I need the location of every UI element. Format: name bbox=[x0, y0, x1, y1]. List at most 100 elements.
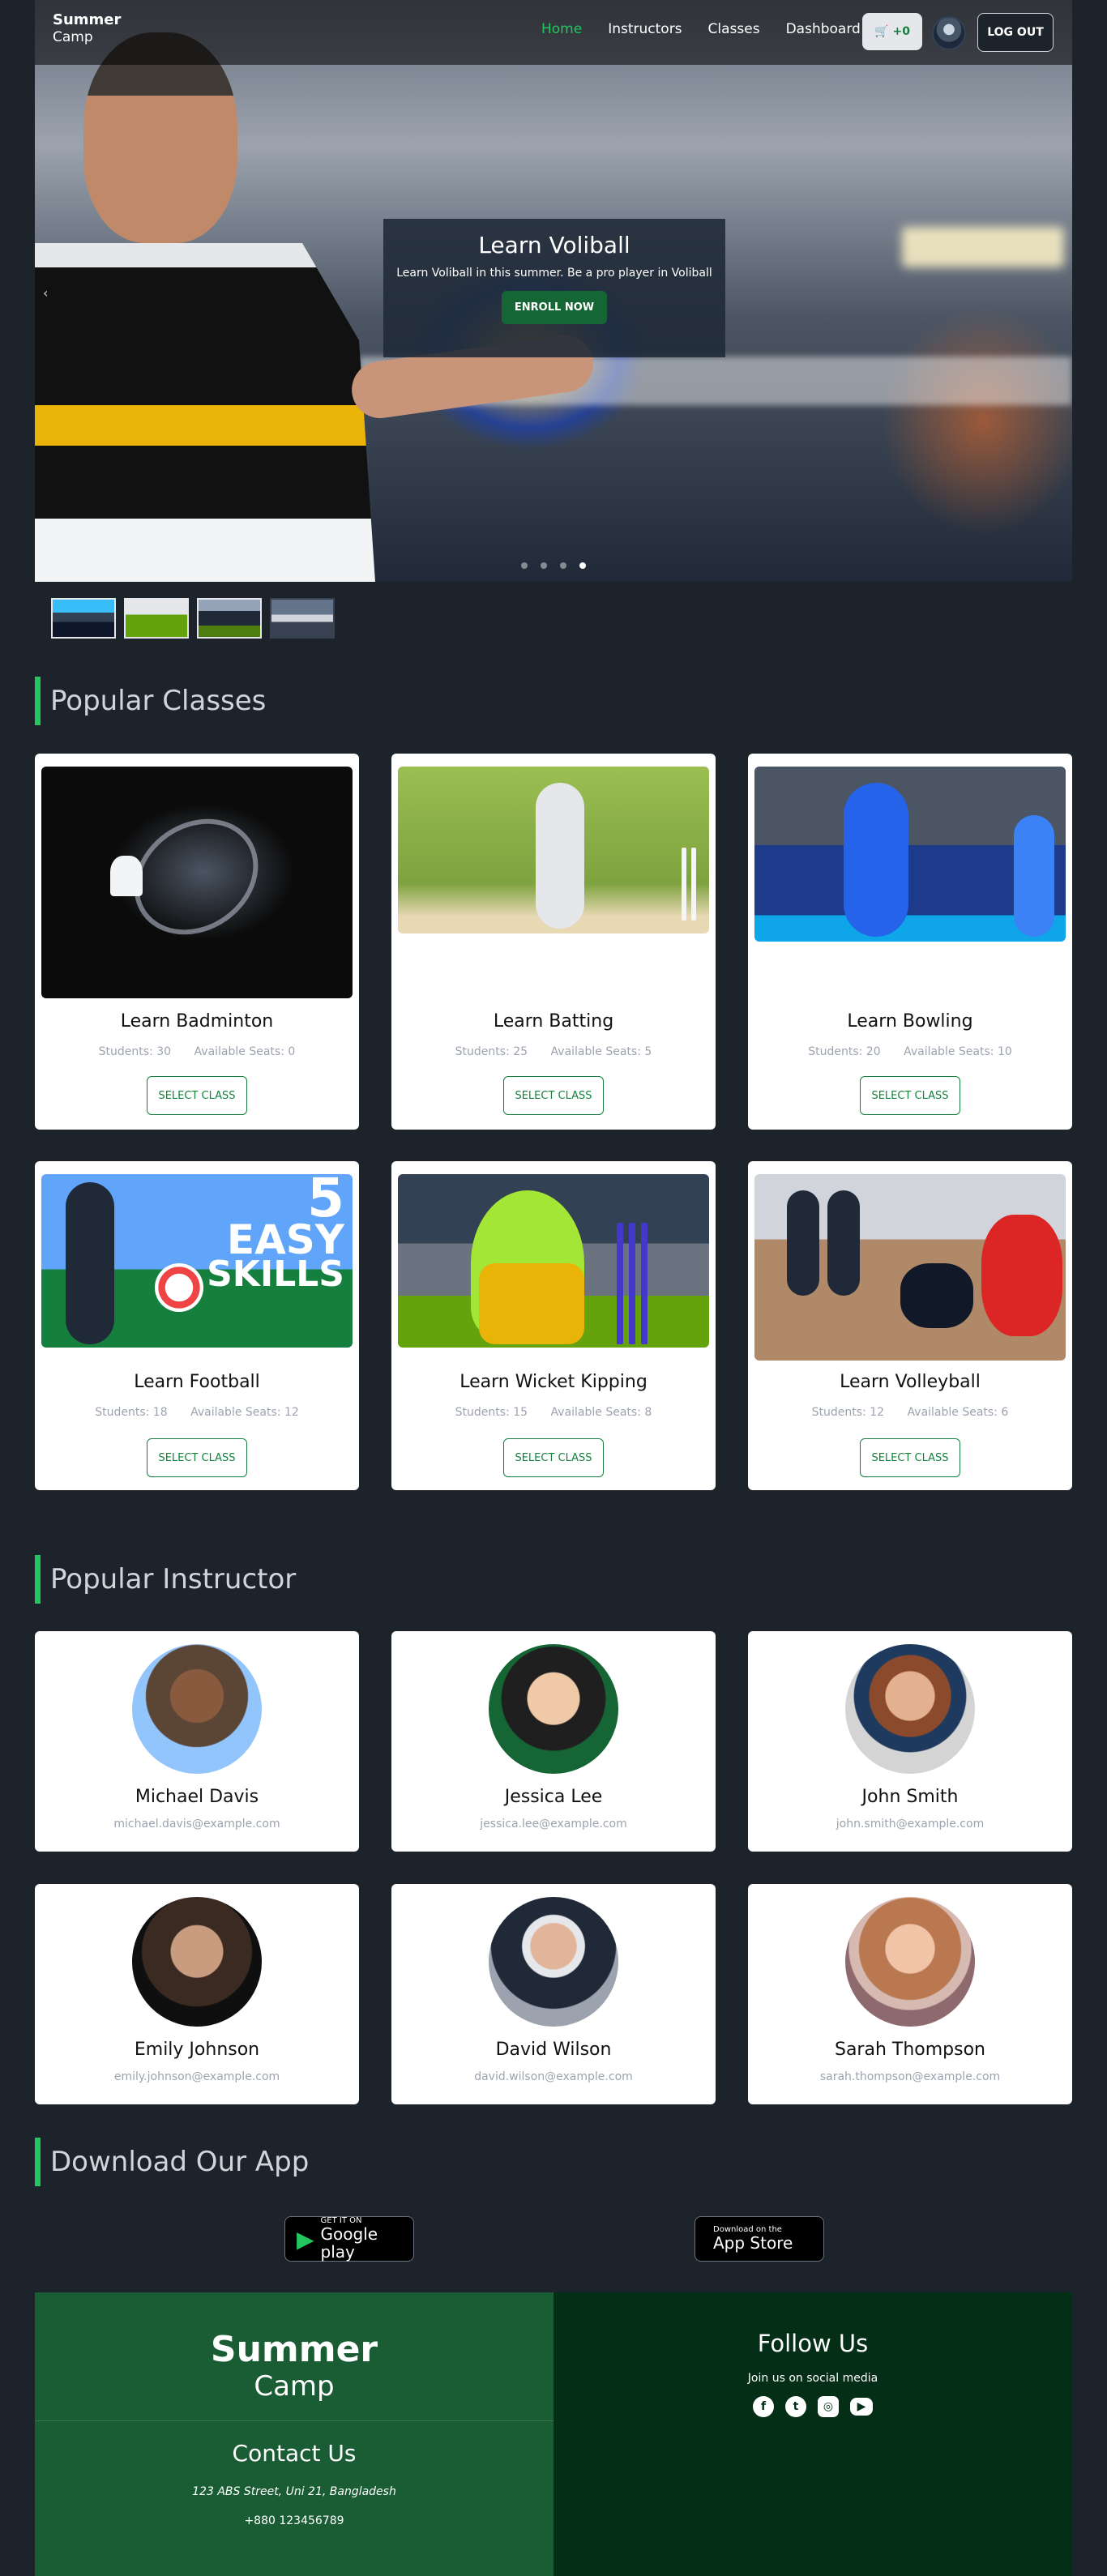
instructor-card: Sarah Thompson sarah.thompson@example.co… bbox=[748, 1884, 1072, 2104]
nav-instructors[interactable]: Instructors bbox=[608, 21, 682, 37]
nav-classes[interactable]: Classes bbox=[708, 21, 760, 37]
brand-logo[interactable]: Summer Camp bbox=[53, 11, 121, 45]
students-count: Students: 25 bbox=[455, 1045, 528, 1058]
app-store-button[interactable]: Download on the App Store bbox=[695, 2216, 824, 2262]
seats-count: Available Seats: 5 bbox=[551, 1045, 652, 1058]
follow-title: Follow Us bbox=[757, 2330, 869, 2357]
carousel-thumbnails bbox=[51, 598, 335, 639]
seats-value: 0 bbox=[288, 1045, 296, 1058]
students-label: Students: bbox=[98, 1045, 153, 1058]
contact-title: Contact Us bbox=[232, 2440, 357, 2467]
google-play-big: Google play bbox=[320, 2224, 378, 2262]
students-label: Students: bbox=[455, 1045, 510, 1058]
class-name: Learn Badminton bbox=[120, 1011, 274, 1032]
students-label: Students: bbox=[95, 1406, 150, 1419]
carousel-dot-active[interactable] bbox=[579, 562, 586, 569]
carousel-dots bbox=[521, 562, 586, 569]
class-name: Learn Bowling bbox=[847, 1011, 973, 1032]
google-play-icon: ▶ bbox=[297, 2225, 314, 2253]
instructor-email: jessica.lee@example.com bbox=[480, 1818, 627, 1831]
select-class-button[interactable]: SELECT CLASS bbox=[503, 1438, 604, 1477]
hero-caption: Learn Voliball Learn Voliball in this su… bbox=[383, 219, 725, 357]
students-count: Students: 15 bbox=[455, 1406, 528, 1419]
user-avatar[interactable] bbox=[932, 16, 966, 50]
hero-light bbox=[902, 227, 1064, 267]
seats-count: Available Seats: 0 bbox=[194, 1045, 296, 1058]
instructor-email: david.wilson@example.com bbox=[474, 2070, 633, 2083]
carousel-dot[interactable] bbox=[521, 562, 528, 569]
enroll-button[interactable]: ENROLL NOW bbox=[501, 291, 608, 324]
instructor-email: michael.davis@example.com bbox=[113, 1818, 280, 1831]
facebook-icon[interactable]: f bbox=[753, 2396, 774, 2417]
instructor-name: John Smith bbox=[861, 1787, 959, 1807]
cart-button[interactable]: 🛒 +0 bbox=[862, 13, 922, 50]
carousel-dot[interactable] bbox=[541, 562, 547, 569]
download-app-title: Download Our App bbox=[35, 2138, 309, 2186]
seats-label: Available Seats: bbox=[190, 1406, 281, 1419]
cart-count: +0 bbox=[892, 25, 910, 38]
seats-label: Available Seats: bbox=[550, 1045, 641, 1058]
carousel-thumbnail[interactable] bbox=[270, 598, 335, 639]
seats-value: 8 bbox=[644, 1406, 652, 1419]
logout-button[interactable]: LOG OUT bbox=[977, 13, 1054, 52]
select-class-button[interactable]: SELECT CLASS bbox=[147, 1076, 247, 1115]
instructor-name: Michael Davis bbox=[135, 1787, 259, 1807]
follow-text: Join us on social media bbox=[747, 2372, 878, 2385]
carousel-thumbnail[interactable] bbox=[124, 598, 189, 639]
hero-carousel: ‹ Learn Voliball Learn Voliball in this … bbox=[35, 0, 1072, 582]
class-image bbox=[754, 1174, 1066, 1361]
carousel-prev-icon[interactable]: ‹ bbox=[43, 285, 48, 301]
youtube-icon[interactable]: ▶ bbox=[850, 2398, 873, 2416]
class-card: Learn Volleyball Students: 12 Available … bbox=[748, 1161, 1072, 1490]
select-class-button[interactable]: SELECT CLASS bbox=[503, 1076, 604, 1115]
seats-label: Available Seats: bbox=[904, 1045, 994, 1058]
class-meta: Students: 20 Available Seats: 10 bbox=[748, 1045, 1072, 1058]
select-class-button[interactable]: SELECT CLASS bbox=[860, 1076, 960, 1115]
nav-dashboard[interactable]: Dashboard bbox=[786, 21, 861, 37]
class-image: 5 EASY SKILLS bbox=[41, 1167, 353, 1348]
seats-count: Available Seats: 10 bbox=[904, 1045, 1012, 1058]
seats-count: Available Seats: 6 bbox=[908, 1406, 1009, 1419]
class-card: Learn Wicket Kipping Students: 15 Availa… bbox=[391, 1161, 716, 1490]
nav-home[interactable]: Home bbox=[541, 21, 582, 37]
contact-address: 123 ABS Street, Uni 21, Bangladesh bbox=[192, 2485, 396, 2498]
students-count: Students: 18 bbox=[95, 1406, 167, 1419]
instructor-email: john.smith@example.com bbox=[836, 1818, 985, 1831]
class-name: Learn Football bbox=[134, 1372, 260, 1392]
brand-line1: Summer bbox=[53, 11, 122, 28]
class-image bbox=[754, 767, 1066, 942]
hero-text: Learn Voliball in this summer. Be a pro … bbox=[396, 267, 712, 280]
carousel-dot[interactable] bbox=[560, 562, 566, 569]
students-value: 18 bbox=[152, 1406, 168, 1419]
contact-phone: +880 123456789 bbox=[244, 2514, 344, 2527]
class-name: Learn Wicket Kipping bbox=[459, 1372, 648, 1392]
football-overlay-number: 5 bbox=[307, 1167, 344, 1229]
class-image bbox=[398, 1174, 709, 1348]
footer-right: Follow Us Join us on social media f t ◎ … bbox=[554, 2292, 1072, 2576]
instructor-photo bbox=[489, 1644, 618, 1774]
class-card: Learn Bowling Students: 20 Available Sea… bbox=[748, 754, 1072, 1130]
footer-logo-line2: Camp bbox=[254, 2370, 335, 2403]
class-card: Learn Batting Students: 25 Available Sea… bbox=[391, 754, 716, 1130]
twitter-icon[interactable]: t bbox=[785, 2396, 806, 2417]
navbar: Summer Camp Home Instructors Classes Das… bbox=[35, 0, 1072, 65]
popular-classes-title: Popular Classes bbox=[35, 677, 266, 725]
footer-logo-line1: Summer bbox=[210, 2329, 378, 2370]
instructor-name: Sarah Thompson bbox=[834, 2040, 985, 2060]
class-image bbox=[398, 767, 709, 933]
class-meta: Students: 12 Available Seats: 6 bbox=[748, 1406, 1072, 1419]
carousel-thumbnail[interactable] bbox=[197, 598, 262, 639]
select-class-button[interactable]: SELECT CLASS bbox=[147, 1438, 247, 1477]
select-class-button[interactable]: SELECT CLASS bbox=[860, 1438, 960, 1477]
seats-value: 10 bbox=[997, 1045, 1012, 1058]
carousel-thumbnail[interactable] bbox=[51, 598, 116, 639]
instructor-photo bbox=[845, 1897, 975, 2027]
instagram-icon[interactable]: ◎ bbox=[818, 2396, 839, 2417]
app-store-big: App Store bbox=[713, 2233, 793, 2253]
footer-left: Summer Camp Contact Us 123 ABS Street, U… bbox=[35, 2292, 554, 2576]
class-meta: Students: 15 Available Seats: 8 bbox=[391, 1406, 716, 1419]
google-play-button[interactable]: ▶ GET IT ON Google play bbox=[284, 2216, 414, 2262]
students-count: Students: 12 bbox=[812, 1406, 884, 1419]
instructor-name: David Wilson bbox=[495, 2040, 612, 2060]
seats-label: Available Seats: bbox=[907, 1406, 998, 1419]
